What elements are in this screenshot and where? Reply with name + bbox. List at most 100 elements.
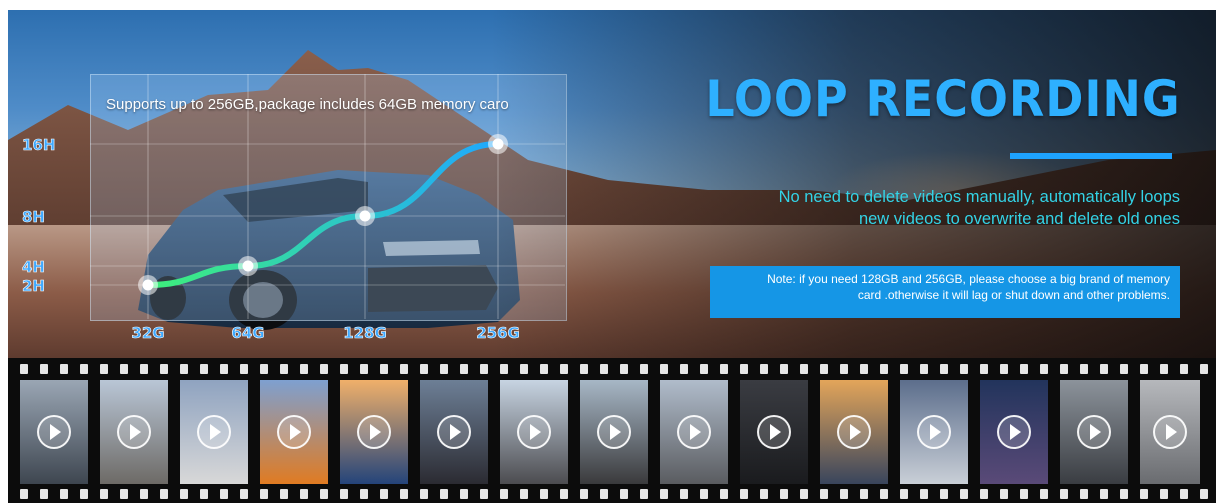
- film-perforation: [840, 489, 848, 499]
- data-point: [142, 279, 154, 291]
- film-perforation: [580, 489, 588, 499]
- subtitle-line-2: new videos to overwrite and delete old o…: [858, 210, 1180, 228]
- film-perforation: [520, 489, 528, 499]
- film-perforation: [240, 489, 248, 499]
- film-perforation: [300, 489, 308, 499]
- film-perforation: [320, 364, 328, 374]
- y-tick-label: 8H: [22, 208, 45, 226]
- data-point: [242, 260, 254, 272]
- film-perforation: [680, 489, 688, 499]
- film-perforation: [340, 489, 348, 499]
- video-thumbnail[interactable]: [500, 380, 568, 484]
- play-icon[interactable]: [677, 415, 711, 449]
- film-perforation: [540, 364, 548, 374]
- film-perforation: [860, 489, 868, 499]
- film-perforation: [900, 364, 908, 374]
- film-perforation: [880, 489, 888, 499]
- film-perforation: [760, 364, 768, 374]
- film-perforation: [940, 489, 948, 499]
- film-perforation: [80, 489, 88, 499]
- video-thumbnail[interactable]: [740, 380, 808, 484]
- play-icon[interactable]: [837, 415, 871, 449]
- play-icon[interactable]: [357, 415, 391, 449]
- data-point: [359, 210, 371, 222]
- film-perforation: [540, 489, 548, 499]
- film-perforation: [1020, 489, 1028, 499]
- film-perforation: [420, 364, 428, 374]
- play-icon[interactable]: [597, 415, 631, 449]
- film-perforation: [220, 364, 228, 374]
- film-perforation: [1020, 364, 1028, 374]
- film-perforation: [580, 364, 588, 374]
- film-perforation: [900, 489, 908, 499]
- video-thumbnail[interactable]: [820, 380, 888, 484]
- video-thumbnail[interactable]: [580, 380, 648, 484]
- film-perforation: [60, 364, 68, 374]
- film-perforation: [1200, 364, 1208, 374]
- film-perforation: [600, 489, 608, 499]
- video-thumbnail[interactable]: [980, 380, 1048, 484]
- film-perforation: [940, 364, 948, 374]
- film-perforation: [460, 364, 468, 374]
- film-perforation: [480, 364, 488, 374]
- film-perforation: [840, 364, 848, 374]
- film-perforation: [500, 364, 508, 374]
- play-icon[interactable]: [277, 415, 311, 449]
- film-perforation: [980, 364, 988, 374]
- film-perforation: [120, 489, 128, 499]
- play-icon[interactable]: [37, 415, 71, 449]
- film-perforation: [880, 364, 888, 374]
- video-thumbnail[interactable]: [20, 380, 88, 484]
- film-perforation: [860, 364, 868, 374]
- play-icon[interactable]: [117, 415, 151, 449]
- play-icon[interactable]: [997, 415, 1031, 449]
- play-icon[interactable]: [1077, 415, 1111, 449]
- y-tick-label: 16H: [22, 136, 55, 154]
- film-perforation: [40, 364, 48, 374]
- film-perforation: [800, 364, 808, 374]
- film-perforation: [220, 489, 228, 499]
- play-icon[interactable]: [917, 415, 951, 449]
- film-perforation: [960, 364, 968, 374]
- film-perforation: [480, 489, 488, 499]
- video-thumbnail[interactable]: [1140, 380, 1200, 484]
- film-perforation: [1040, 364, 1048, 374]
- film-perforation: [60, 489, 68, 499]
- headline: LOOP RECORDING: [704, 70, 1180, 128]
- film-perforation: [1120, 489, 1128, 499]
- headline-underline: [1010, 153, 1172, 159]
- video-thumbnail[interactable]: [1060, 380, 1128, 484]
- film-perforation: [820, 489, 828, 499]
- play-icon[interactable]: [757, 415, 791, 449]
- play-icon[interactable]: [437, 415, 471, 449]
- film-perforation: [400, 364, 408, 374]
- x-tick-label: 64G: [231, 324, 264, 342]
- film-perforation: [640, 364, 648, 374]
- film-perforation: [180, 364, 188, 374]
- video-thumbnail[interactable]: [180, 380, 248, 484]
- film-perforation: [40, 489, 48, 499]
- film-perforation: [800, 489, 808, 499]
- film-perforation: [180, 489, 188, 499]
- video-thumbnail[interactable]: [660, 380, 728, 484]
- video-thumbnail[interactable]: [340, 380, 408, 484]
- play-icon[interactable]: [197, 415, 231, 449]
- film-perforation: [560, 489, 568, 499]
- film-perforation: [80, 364, 88, 374]
- film-perforation: [1160, 364, 1168, 374]
- video-thumbnail[interactable]: [420, 380, 488, 484]
- film-perforation: [660, 364, 668, 374]
- film-perforation: [320, 489, 328, 499]
- play-icon[interactable]: [517, 415, 551, 449]
- film-perforation: [1100, 364, 1108, 374]
- video-thumbnail[interactable]: [100, 380, 168, 484]
- film-perforation: [1120, 364, 1128, 374]
- play-icon[interactable]: [1153, 415, 1187, 449]
- film-perforation: [300, 364, 308, 374]
- film-perforation: [1140, 489, 1148, 499]
- video-thumbnail[interactable]: [260, 380, 328, 484]
- film-perforation: [360, 489, 368, 499]
- data-point: [492, 138, 504, 150]
- video-thumbnail[interactable]: [900, 380, 968, 484]
- x-tick-label: 32G: [131, 324, 164, 342]
